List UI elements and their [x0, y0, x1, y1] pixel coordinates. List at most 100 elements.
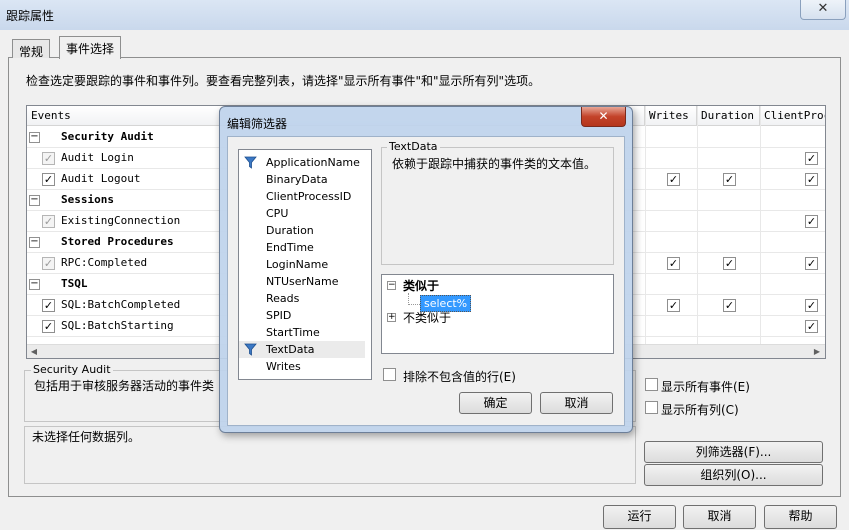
filter-column-label: StartTime	[266, 326, 320, 339]
filter-column-label: ClientProcessID	[266, 190, 352, 203]
category-label: Security Audit	[61, 130, 154, 143]
filter-column-item[interactable]: EndTime	[239, 239, 365, 256]
filter-column-item[interactable]: BinaryData	[239, 171, 365, 188]
close-icon: ✕	[817, 1, 829, 16]
event-info-group-label: Security Audit	[31, 363, 113, 376]
event-checkbox[interactable]: ✓	[42, 215, 55, 228]
close-window-button[interactable]: ✕	[800, 0, 846, 20]
scroll-right-icon[interactable]: ▶	[811, 346, 823, 358]
filter-column-label: NTUserName	[266, 275, 339, 288]
show-all-events-label[interactable]: 显示所有事件(E)	[661, 378, 750, 395]
filter-funnel-icon	[244, 343, 257, 356]
event-checkbox[interactable]: ✓	[42, 173, 55, 186]
filter-funnel-icon	[244, 156, 257, 169]
help-button[interactable]: 帮助	[764, 505, 837, 529]
filter-column-item[interactable]: ClientProcessID	[239, 188, 365, 205]
clientproc-checkbox[interactable]: ✓	[805, 257, 818, 270]
show-all-columns-checkbox[interactable]	[645, 401, 658, 414]
collapse-icon[interactable]: −	[29, 237, 40, 248]
filter-column-label: TextData	[266, 343, 315, 356]
filter-column-item[interactable]: LoginName	[239, 256, 365, 273]
category-label: TSQL	[61, 277, 88, 290]
filter-column-item[interactable]: CPU	[239, 205, 365, 222]
collapse-icon[interactable]: −	[29, 279, 40, 290]
clientproc-checkbox[interactable]: ✓	[805, 215, 818, 228]
close-icon: ✕	[598, 109, 609, 123]
tree-node-like[interactable]: 类似于	[403, 277, 439, 294]
run-button[interactable]: 运行	[603, 505, 676, 529]
filter-column-label: EndTime	[266, 241, 314, 254]
show-all-events-checkbox[interactable]	[645, 378, 658, 391]
event-label: ExistingConnection	[61, 214, 181, 227]
tab-event-selection[interactable]: 事件选择	[59, 36, 122, 59]
filter-column-label: Reads	[266, 292, 300, 305]
event-info-text: 包括用于审核服务器活动的事件类	[34, 379, 215, 393]
filter-column-label: BinaryData	[266, 173, 328, 186]
filter-column-item[interactable]: Duration	[239, 222, 365, 239]
event-label: SQL:BatchStarting	[61, 319, 174, 332]
filter-column-label: Duration	[266, 224, 314, 237]
duration-checkbox[interactable]: ✓	[723, 173, 736, 186]
window-title: 跟踪属性	[6, 9, 55, 23]
event-label: Audit Logout	[61, 172, 141, 185]
clientproc-checkbox[interactable]: ✓	[805, 299, 818, 312]
column-header-duration[interactable]: Duration	[697, 106, 760, 126]
event-checkbox[interactable]: ✓	[42, 320, 55, 333]
tree-connector	[408, 304, 420, 305]
writes-checkbox[interactable]: ✓	[667, 257, 680, 270]
event-label: SQL:BatchCompleted	[61, 298, 181, 311]
dialog-body: ApplicationName BinaryData ClientProcessID…	[227, 136, 625, 426]
category-label: Sessions	[61, 193, 114, 206]
filter-column-item[interactable]: Reads	[239, 290, 365, 307]
column-description-text: 依赖于跟踪中捕获的事件类的文本值。	[392, 157, 597, 171]
column-header-writes[interactable]: Writes	[645, 106, 697, 126]
filter-criteria-tree[interactable]: − 类似于 select% + 不类似于	[381, 274, 614, 354]
writes-checkbox[interactable]: ✓	[667, 299, 680, 312]
organize-columns-button[interactable]: 组织列(O)...	[644, 464, 823, 486]
column-info-text: 未选择任何数据列。	[32, 430, 141, 444]
clientproc-checkbox[interactable]: ✓	[805, 320, 818, 333]
window-title-bar: 跟踪属性 ✕	[0, 0, 849, 30]
column-filters-button[interactable]: 列筛选器(F)...	[644, 441, 823, 463]
event-checkbox[interactable]: ✓	[42, 299, 55, 312]
column-description-group-label: TextData	[387, 140, 440, 153]
filter-column-label: ApplicationName	[266, 156, 360, 169]
cancel-button[interactable]: 取消	[683, 505, 756, 529]
expand-like-icon[interactable]: −	[387, 281, 396, 290]
clientproc-checkbox[interactable]: ✓	[805, 152, 818, 165]
dialog-close-button[interactable]: ✕	[581, 107, 626, 127]
event-checkbox[interactable]: ✓	[42, 152, 55, 165]
filter-column-item[interactable]: Writes	[239, 358, 365, 375]
filter-column-label: Writes	[266, 360, 301, 373]
event-label: RPC:Completed	[61, 256, 148, 269]
column-header-clientproc[interactable]: ClientProc	[760, 106, 825, 126]
filter-column-item[interactable]: ApplicationName	[239, 154, 365, 171]
filter-column-item[interactable]: StartTime	[239, 324, 365, 341]
tab-general[interactable]: 常规	[12, 39, 51, 59]
clientproc-checkbox[interactable]: ✓	[805, 173, 818, 186]
duration-checkbox[interactable]: ✓	[723, 299, 736, 312]
tree-node-not-like[interactable]: 不类似于	[403, 309, 451, 326]
filter-column-list[interactable]: ApplicationName BinaryData ClientProcessID…	[238, 149, 372, 380]
filter-column-label: SPID	[266, 309, 292, 322]
writes-checkbox[interactable]: ✓	[667, 173, 680, 186]
category-label: Stored Procedures	[61, 235, 174, 248]
dialog-cancel-button[interactable]: 取消	[540, 392, 613, 414]
ok-button[interactable]: 确定	[459, 392, 532, 414]
dialog-title: 编辑筛选器	[227, 117, 288, 131]
exclude-rows-checkbox[interactable]	[383, 368, 396, 381]
filter-column-item[interactable]: TextData	[239, 341, 365, 358]
edit-filter-dialog: 编辑筛选器 ✕ ApplicationName BinaryData ClientP…	[219, 106, 633, 433]
exclude-rows-label[interactable]: 排除不包含值的行(E)	[403, 368, 516, 385]
event-label: Audit Login	[61, 151, 134, 164]
filter-column-item[interactable]: NTUserName	[239, 273, 365, 290]
collapse-icon[interactable]: −	[29, 195, 40, 206]
filter-column-item[interactable]: SPID	[239, 307, 365, 324]
page-description: 检查选定要跟踪的事件和事件列。要查看完整列表，请选择"显示所有事件"和"显示所有…	[26, 74, 541, 88]
duration-checkbox[interactable]: ✓	[723, 257, 736, 270]
event-checkbox[interactable]: ✓	[42, 257, 55, 270]
expand-not-like-icon[interactable]: +	[387, 313, 396, 322]
scroll-left-icon[interactable]: ◀	[28, 346, 40, 358]
collapse-icon[interactable]: −	[29, 132, 40, 143]
show-all-columns-label[interactable]: 显示所有列(C)	[661, 401, 739, 418]
